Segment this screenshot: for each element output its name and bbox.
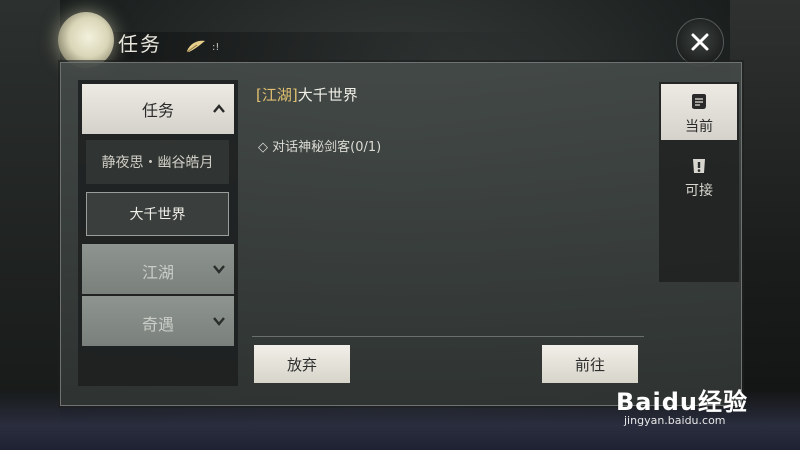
background-left: [0, 0, 60, 450]
scroll-exclamation-icon: [693, 159, 705, 173]
goto-button[interactable]: 前往: [542, 345, 638, 383]
tree-item-quest-2[interactable]: 大千世界: [86, 192, 229, 236]
tab-current[interactable]: 当前: [661, 84, 737, 140]
watermark-url: jingyan.baidu.com: [624, 414, 726, 427]
divider: [252, 336, 644, 337]
window-title: 任务: [118, 32, 162, 56]
tree-category-qiyu[interactable]: 奇遇: [82, 296, 234, 346]
chevron-down-icon: [213, 265, 225, 274]
tree-item-label: 大千世界: [129, 207, 186, 223]
close-button[interactable]: [676, 18, 724, 66]
watermark-logo: Baidu经验: [616, 388, 748, 416]
chevron-down-icon: [213, 317, 225, 326]
quest-objective: ◇ 对话神秘剑客(0/1): [258, 140, 382, 155]
tab-label: 可接: [685, 183, 713, 199]
moon-icon: [58, 12, 114, 68]
title-subtitle: :!: [212, 42, 220, 53]
title-bar: [100, 32, 660, 62]
tab-available[interactable]: 可接: [661, 148, 737, 204]
quest-name: 大千世界: [297, 86, 358, 104]
tree-item-label: 静夜思・幽谷皓月: [101, 155, 214, 171]
abandon-button[interactable]: 放弃: [254, 345, 350, 383]
tree-category-jianghu[interactable]: 江湖: [82, 244, 234, 294]
quest-title: [江湖]大千世界: [256, 84, 358, 105]
tab-label: 当前: [685, 119, 713, 135]
watermark: Baidu经验 jingyan.baidu.com: [616, 382, 786, 430]
tree-item-quest-1[interactable]: 静夜思・幽谷皓月: [86, 140, 229, 184]
scroll-icon: [692, 94, 706, 109]
tree-category-tasks[interactable]: 任务: [82, 84, 234, 134]
chevron-up-icon: [213, 104, 225, 113]
close-icon: [691, 33, 709, 51]
feather-icon: [186, 40, 205, 53]
quest-tag: [江湖]: [256, 86, 298, 104]
